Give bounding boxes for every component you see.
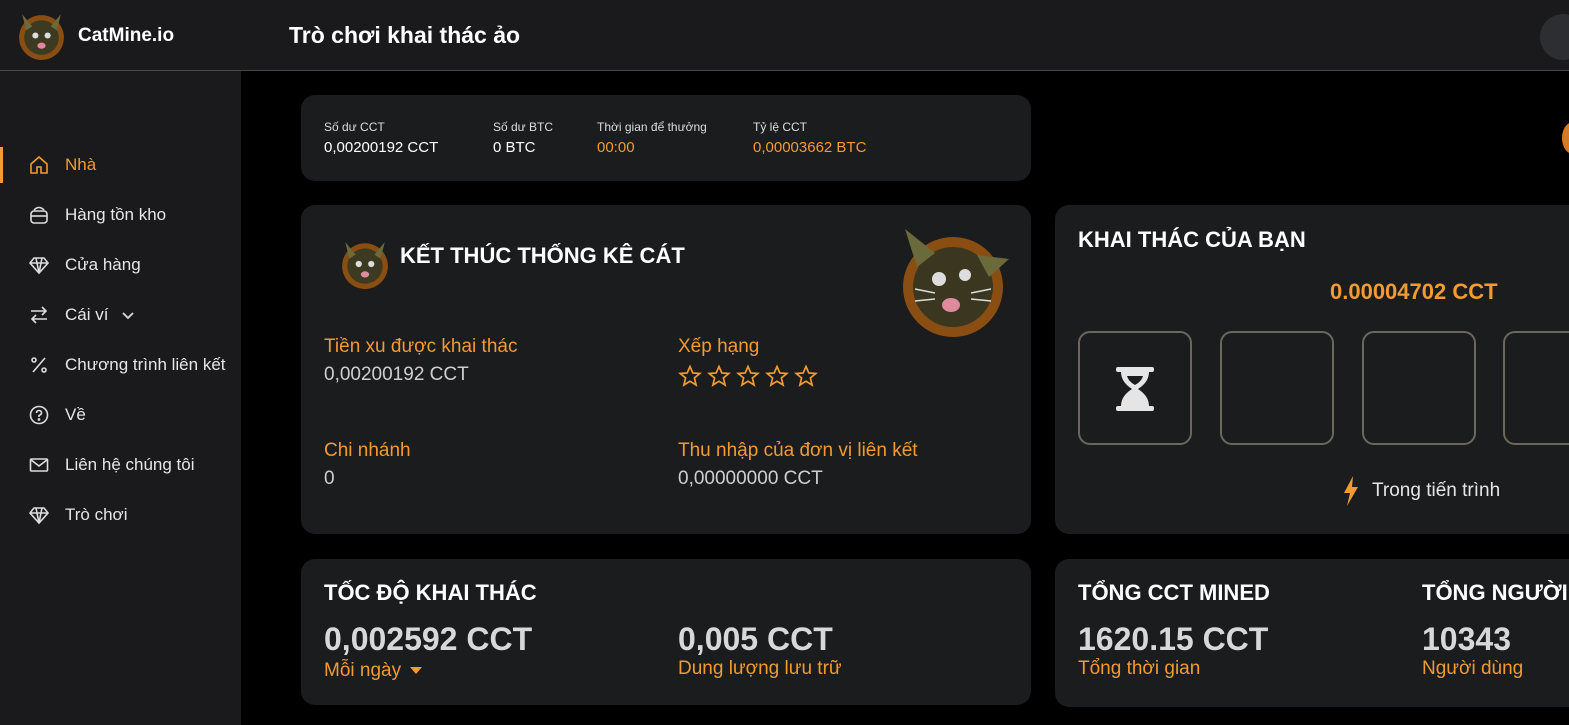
cct-balance: Số dư CCT 0,00200192 CCT — [324, 120, 438, 156]
btc-balance-value: 0 BTC — [493, 139, 536, 156]
sidebar-item-label: Cửa hàng — [65, 255, 141, 274]
rank-label: Xếp hạng — [678, 336, 760, 357]
sidebar-item-store[interactable]: Cửa hàng — [28, 254, 141, 276]
page-title: Trò chơi khai thác ảo — [289, 22, 521, 48]
totals-card: TỔNG CCT MINED 1620.15 CCT Tổng thời gia… — [1055, 559, 1569, 707]
mining-speed-value: 0,002592 CCT — [324, 621, 533, 657]
branch-value: 0 — [324, 468, 335, 489]
sidebar-item-affiliate[interactable]: Chương trình liên kết — [28, 354, 226, 376]
mining-slot[interactable] — [1220, 331, 1334, 445]
affiliate-income-label: Thu nhập của đơn vị liên kết — [678, 440, 918, 461]
sidebar-item-home[interactable]: Nhà — [28, 154, 96, 176]
cat-stats-title: KẾT THÚC THỐNG KÊ CÁT — [400, 243, 685, 268]
app-name: CatMine.io — [78, 24, 175, 46]
storage-label: Dung lượng lưu trữ — [678, 658, 842, 679]
sidebar-item-contact[interactable]: Liên hệ chúng tôi — [28, 454, 195, 476]
mining-slot[interactable] — [1362, 331, 1476, 445]
affiliate-income-value: 0,00000000 CCT — [678, 468, 823, 489]
mining-speed-title: TỐC ĐỘ KHAI THÁC — [324, 580, 537, 605]
sidebar-item-label: Liên hệ chúng tôi — [65, 455, 195, 474]
affiliate-income: Thu nhập của đơn vị liên kết 0,00000000 … — [678, 440, 918, 490]
mail-icon — [28, 454, 50, 476]
sidebar-item-label: Về — [65, 405, 86, 424]
reward-time-label: Thời gian để thưởng — [597, 120, 707, 134]
period-label: Mỗi ngày — [324, 660, 402, 681]
hourglass-icon — [1116, 367, 1154, 411]
cct-balance-label: Số dư CCT — [324, 120, 385, 134]
star-icon — [794, 364, 818, 387]
mining-speed-card: TỐC ĐỘ KHAI THÁC 0,002592 CCT Mỗi ngày 0… — [301, 559, 1031, 705]
mining-status: Trong tiến trình — [1342, 475, 1500, 507]
rank-stars — [678, 364, 818, 388]
cct-rate-label: Tỷ lệ CCT — [753, 120, 807, 134]
active-indicator — [0, 147, 3, 183]
storage-value: 0,005 CCT — [678, 621, 833, 657]
stats-bar: Số dư CCT 0,00200192 CCT Số dư BTC 0 BTC… — [301, 95, 1031, 181]
sidebar-item-label: Trò chơi — [65, 505, 128, 524]
cct-balance-value: 0,00200192 CCT — [324, 139, 439, 156]
logo[interactable]: CatMine.io — [16, 10, 174, 61]
cct-rate: Tỷ lệ CCT 0,00003662 BTC — [753, 120, 866, 156]
diamond-icon — [28, 504, 50, 526]
help-circle-icon — [28, 404, 50, 426]
caret-down-icon — [410, 667, 423, 675]
sidebar-item-label: Hàng tồn kho — [65, 205, 167, 224]
branch: Chi nhánh 0 — [324, 440, 411, 490]
btc-balance-label: Số dư BTC — [493, 120, 554, 134]
star-icon — [765, 364, 789, 387]
total-mined-value: 1620.15 CCT — [1078, 621, 1269, 657]
cat-logo-icon — [19, 14, 64, 60]
total-users-value: 10343 — [1422, 621, 1511, 657]
reward-time: Thời gian để thưởng 00:00 — [597, 120, 707, 156]
star-icon — [678, 364, 702, 387]
period-dropdown[interactable]: Mỗi ngày — [324, 660, 423, 682]
star-icon — [736, 364, 760, 387]
sidebar-item-label: Nhà — [65, 155, 97, 174]
top-bar: CatMine.io Trò chơi khai thác ảo — [0, 0, 1569, 71]
lightning-icon — [1344, 476, 1358, 506]
notification-dot[interactable] — [1562, 122, 1569, 154]
transfer-icon — [28, 304, 50, 326]
your-mining-title: KHAI THÁC CỦA BẠN — [1078, 227, 1306, 252]
sidebar-item-label: Cái ví — [65, 305, 109, 324]
cat-mascot-icon — [903, 229, 1009, 337]
cat-avatar-icon — [342, 242, 388, 289]
sidebar-item-label: Chương trình liên kết — [65, 355, 226, 374]
sidebar-item-wallet[interactable]: Cái ví — [28, 304, 136, 326]
home-icon — [28, 154, 50, 176]
star-icon — [707, 364, 731, 387]
total-users-title: TỔNG NGƯỜI — [1422, 580, 1568, 605]
total-mined-sub: Tổng thời gian — [1078, 658, 1201, 679]
sidebar-item-game[interactable]: Trò chơi — [28, 504, 127, 526]
mined-coins-value: 0,00200192 CCT — [324, 364, 469, 385]
chevron-down-icon[interactable] — [120, 307, 136, 323]
total-mined-title: TỔNG CCT MINED — [1078, 580, 1270, 605]
diamond-icon — [28, 254, 50, 276]
reward-time-value: 00:00 — [597, 139, 635, 156]
sidebar-item-about[interactable]: Về — [28, 404, 86, 426]
mined-coins: Tiền xu được khai thác 0,00200192 CCT — [324, 336, 517, 386]
percent-icon — [28, 354, 50, 376]
cct-rate-value: 0,00003662 BTC — [753, 139, 867, 156]
mining-amount: 0.00004702 CCT — [1330, 279, 1498, 304]
mining-slot[interactable] — [1503, 331, 1569, 445]
inventory-icon — [28, 204, 50, 226]
mined-coins-label: Tiền xu được khai thác — [324, 336, 518, 357]
total-users-sub: Người dùng — [1422, 658, 1524, 679]
mining-status-label: Trong tiến trình — [1372, 480, 1501, 501]
rank: Xếp hạng — [678, 336, 818, 388]
user-avatar[interactable] — [1540, 14, 1569, 60]
mining-slot[interactable] — [1078, 331, 1192, 445]
sidebar-item-inventory[interactable]: Hàng tồn kho — [28, 204, 166, 226]
cat-stats-card: KẾT THÚC THỐNG KÊ CÁT Tiền xu được khai … — [301, 205, 1031, 534]
btc-balance: Số dư BTC 0 BTC — [493, 120, 553, 156]
branch-label: Chi nhánh — [324, 440, 411, 461]
